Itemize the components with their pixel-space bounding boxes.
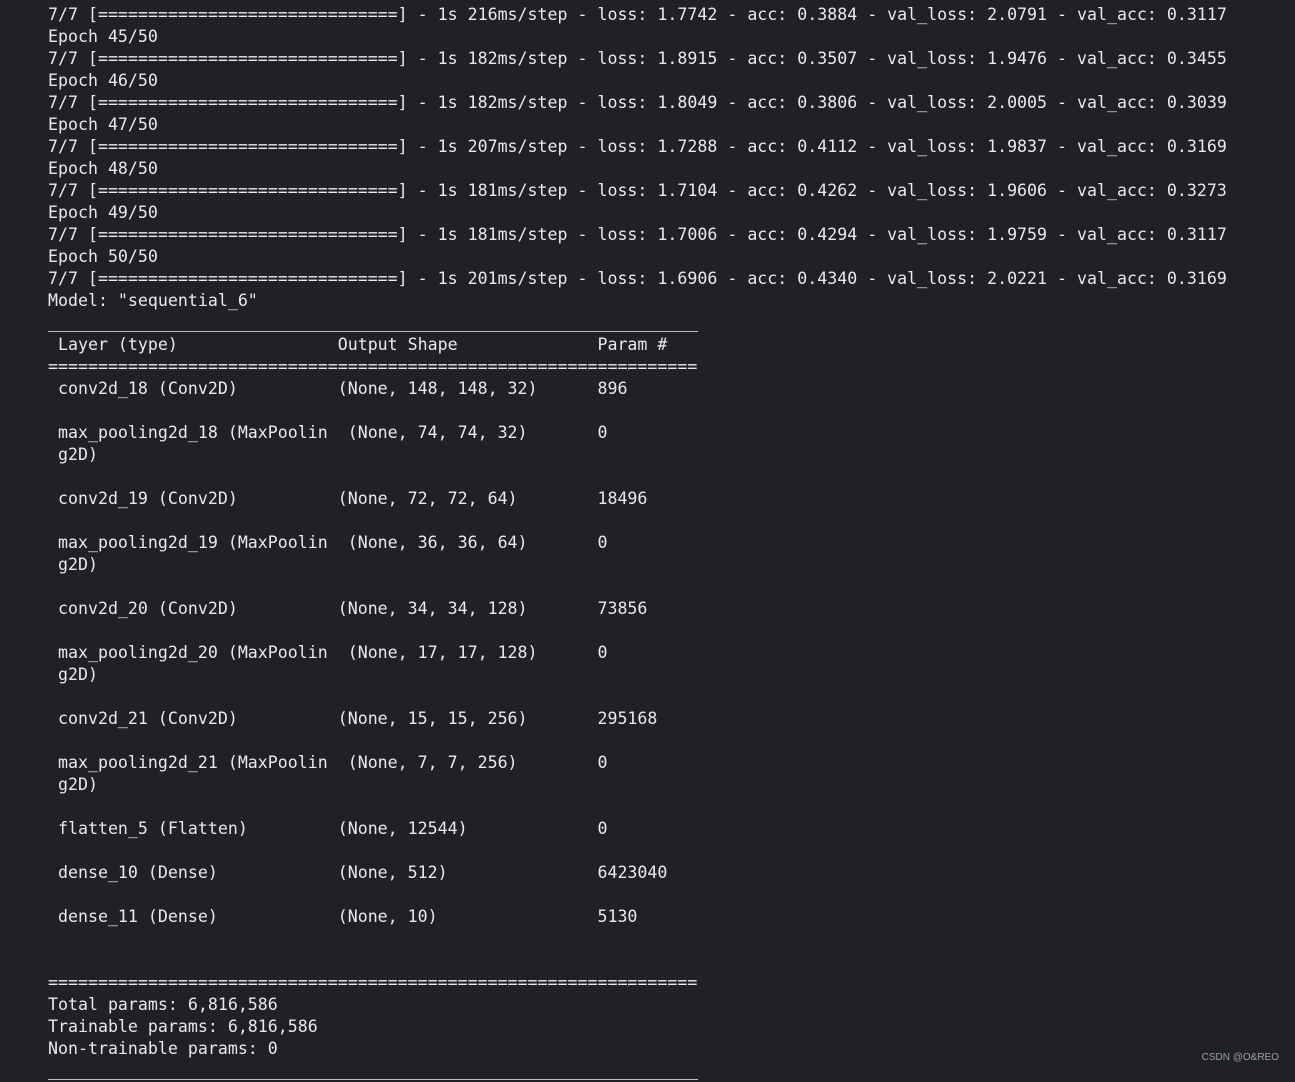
summary-bottom-rule (48, 1060, 1227, 1082)
summary-row (48, 400, 1227, 422)
trainable-params: Trainable params: 6,816,586 (48, 1017, 318, 1036)
summary-row: max_pooling2d_20 (MaxPoolin (None, 17, 1… (48, 643, 698, 662)
summary-row: conv2d_20 (Conv2D) (None, 34, 34, 128) 7… (48, 599, 698, 618)
summary-row (48, 928, 1227, 950)
summary-row: g2D) (48, 665, 698, 684)
summary-row (48, 510, 1227, 532)
summary-row: conv2d_19 (Conv2D) (None, 72, 72, 64) 18… (48, 489, 698, 508)
summary-bottom-double-rule: ========================================… (48, 973, 698, 992)
log-line: Epoch 49/50 (48, 203, 158, 222)
summary-row: conv2d_18 (Conv2D) (None, 148, 148, 32) … (48, 379, 698, 398)
summary-row (48, 686, 1227, 708)
watermark: CSDN @O&REO (1201, 1052, 1279, 1063)
log-line: 7/7 [==============================] - 1… (48, 49, 1227, 68)
summary-row (48, 884, 1227, 906)
summary-row (48, 840, 1227, 862)
summary-row (48, 796, 1227, 818)
model-name-line: Model: "sequential_6" (48, 291, 258, 310)
log-line: 7/7 [==============================] - 1… (48, 5, 1227, 24)
summary-top-rule (48, 312, 1227, 334)
summary-row: max_pooling2d_18 (MaxPoolin (None, 74, 7… (48, 423, 698, 442)
summary-header: Layer (type) Output Shape Param # (48, 335, 698, 354)
summary-row: g2D) (48, 555, 698, 574)
summary-row (48, 466, 1227, 488)
log-line: Epoch 46/50 (48, 71, 158, 90)
log-line: 7/7 [==============================] - 1… (48, 93, 1227, 112)
log-line: Epoch 50/50 (48, 247, 158, 266)
training-output-console: 7/7 [==============================] - 1… (48, 4, 1227, 1082)
total-params: Total params: 6,816,586 (48, 995, 278, 1014)
log-line: Epoch 47/50 (48, 115, 158, 134)
summary-row: g2D) (48, 445, 698, 464)
summary-row: flatten_5 (Flatten) (None, 12544) 0 (48, 819, 698, 838)
summary-row (48, 620, 1227, 642)
non-trainable-params: Non-trainable params: 0 (48, 1039, 278, 1058)
summary-row: g2D) (48, 775, 698, 794)
summary-double-rule: ========================================… (48, 357, 698, 376)
summary-row (48, 950, 1227, 972)
log-line: Epoch 48/50 (48, 159, 158, 178)
summary-row: dense_11 (Dense) (None, 10) 5130 (48, 907, 698, 926)
log-line: 7/7 [==============================] - 1… (48, 137, 1227, 156)
log-line: Epoch 45/50 (48, 27, 158, 46)
log-line: 7/7 [==============================] - 1… (48, 269, 1227, 288)
summary-row (48, 730, 1227, 752)
summary-row: max_pooling2d_19 (MaxPoolin (None, 36, 3… (48, 533, 698, 552)
summary-row (48, 576, 1227, 598)
log-line: 7/7 [==============================] - 1… (48, 181, 1227, 200)
log-line: 7/7 [==============================] - 1… (48, 225, 1227, 244)
summary-row: dense_10 (Dense) (None, 512) 6423040 (48, 863, 698, 882)
summary-row: conv2d_21 (Conv2D) (None, 15, 15, 256) 2… (48, 709, 698, 728)
summary-row: max_pooling2d_21 (MaxPoolin (None, 7, 7,… (48, 753, 698, 772)
